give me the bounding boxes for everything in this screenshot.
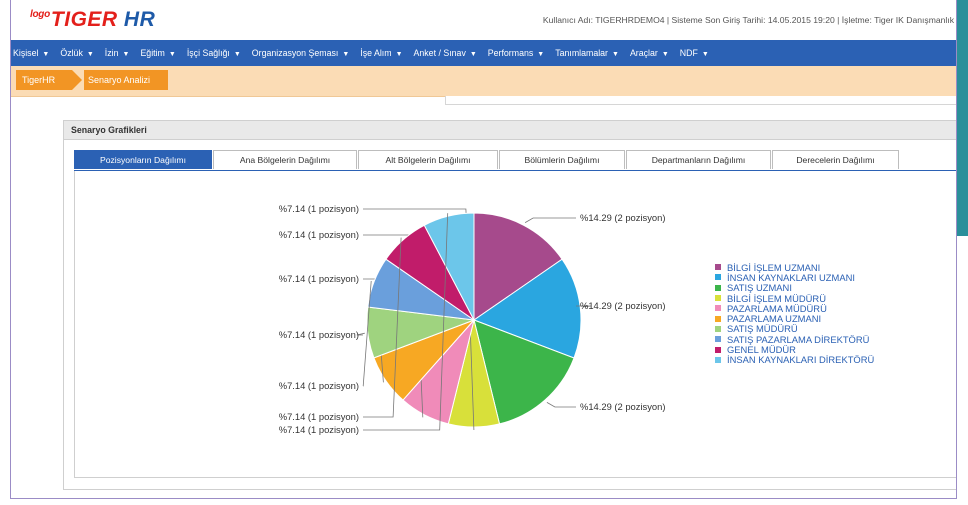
chevron-down-icon: ▼ (168, 51, 176, 58)
logo-prefix: logo (30, 9, 50, 20)
legend-item[interactable]: BİLGİ İŞLEM UZMANI (715, 262, 874, 273)
legend-item[interactable]: GENEL MÜDÜR (715, 344, 874, 355)
chart-container: %14.29 (2 pozisyon) %14.29 (2 pozisyon) %1… (74, 171, 956, 478)
legend-item[interactable]: İNSAN KAYNAKLARI DİREKTÖRÜ (715, 354, 875, 366)
logo-tiger: TIGER (50, 8, 124, 31)
chart-tabs: Pozisyonların Dağılımı Ana Bölgelerin Da… (74, 150, 956, 171)
legend-item[interactable]: SATIŞ MÜDÜRÜ (715, 323, 874, 334)
nav-item-tanimlamalar[interactable]: Tanımlamalar ▼ (555, 48, 619, 58)
legend-label: İNSAN KAYNAKLARI DİREKTÖRÜ (727, 354, 875, 366)
legend-swatch (715, 274, 721, 281)
chevron-down-icon: ▼ (86, 51, 94, 58)
chevron-down-icon: ▼ (612, 51, 619, 58)
chevron-down-icon: ▼ (233, 51, 241, 58)
breadcrumb: TigerHR Senaryo Analizi (11, 66, 956, 97)
chevron-down-icon: ▼ (537, 51, 545, 58)
chevron-down-icon: ▼ (342, 51, 350, 58)
legend-swatch (715, 305, 721, 312)
slice-data-label: %7.14 (1 pozisyon) (279, 424, 359, 435)
nav-item-organizasyon-semasi[interactable]: Organizasyon Şeması ▼ (252, 48, 349, 58)
slice-data-label: %7.14 (1 pozisyon) (279, 411, 359, 422)
nav-item-ozluk[interactable]: Özlük ▼ (60, 48, 93, 58)
legend-item[interactable]: PAZARLAMA MÜDÜRÜ (715, 303, 874, 314)
chevron-down-icon: ▼ (661, 51, 669, 58)
legend-item[interactable]: SATIŞ UZMANI (715, 282, 874, 293)
slice-data-label: %14.29 (2 pozisyon) (580, 212, 665, 223)
slice-data-label: %7.14 (1 pozisyon) (279, 273, 359, 284)
legend-item[interactable]: SATIŞ PAZARLAMA DİREKTÖRÜ (715, 334, 874, 345)
legend-swatch (715, 284, 721, 291)
legend-swatch (715, 264, 721, 271)
tab-alt-bolgelerin-dagilimi[interactable]: Alt Bölgelerin Dağılımı (358, 150, 498, 169)
legend-swatch (715, 315, 721, 322)
nav-item-isci-sagligi[interactable]: İşçi Sağlığı ▼ (187, 48, 241, 58)
user-session-info: Kullanıcı Adı: TIGERHRDEMO4 | Sisteme So… (542, 15, 954, 25)
nav-item-performans[interactable]: Performans ▼ (488, 48, 544, 58)
nav-item-ise-alim[interactable]: İşe Alım ▼ (360, 48, 402, 58)
breadcrumb-current[interactable]: Senaryo Analizi (84, 70, 168, 90)
label-connector (524, 217, 576, 223)
chevron-down-icon: ▼ (122, 51, 130, 58)
nav-item-araclar[interactable]: Araçlar ▼ (630, 48, 669, 58)
main-nav: Kişisel ▼ Özlük ▼ İzin ▼ Eğitim ▼ İşçi Sağlı… (11, 40, 956, 66)
tab-departmanlarin-dagilimi[interactable]: Departmanların Dağılımı (626, 150, 771, 169)
nav-item-kisisel[interactable]: Kişisel ▼ (13, 48, 49, 58)
chevron-down-icon: ▼ (469, 51, 477, 58)
scenario-charts-panel: Senaryo Grafikleri Pozisyonların Dağılım… (63, 120, 956, 490)
nav-item-anket-sinav[interactable]: Anket / Sınav ▼ (414, 48, 477, 58)
breadcrumb-root[interactable]: TigerHR (16, 70, 82, 90)
legend-item[interactable]: İNSAN KAYNAKLARI UZMANI (715, 272, 874, 283)
slice-data-label: %7.14 (1 pozisyon) (279, 329, 359, 340)
legend-swatch (715, 336, 721, 343)
slice-data-label: %7.14 (1 pozisyon) (279, 203, 359, 214)
chart-legend: BİLGİ İŞLEM UZMANI İNSAN KAYNAKLARI UZMAN… (715, 262, 874, 365)
filter-box (445, 96, 956, 105)
nav-item-izin[interactable]: İzin ▼ (105, 48, 130, 58)
tiger-hr-logo[interactable]: logo TIGER HR (30, 9, 155, 31)
nav-item-ndf[interactable]: NDF ▼ (680, 48, 709, 58)
logo-text: TIGER HR (51, 9, 155, 31)
slice-data-label: %14.29 (2 pozisyon) (580, 300, 665, 311)
app-window: logo TIGER HR Kullanıcı Adı: TIGERHRDEMO… (10, 0, 957, 499)
logo-hr: HR (123, 8, 156, 31)
legend-item[interactable]: PAZARLAMA UZMANI (715, 313, 874, 324)
chevron-down-icon: ▼ (701, 51, 709, 58)
nav-item-egitim[interactable]: Eğitim ▼ (140, 48, 175, 58)
legend-item[interactable]: BİLGİ İŞLEM MÜDÜRÜ (715, 293, 874, 304)
legend-swatch (715, 356, 721, 363)
tab-bolumlerin-dagilimi[interactable]: Bölümlerin Dağılımı (499, 150, 625, 169)
legend-swatch (715, 346, 721, 353)
panel-title: Senaryo Grafikleri (64, 121, 956, 140)
tab-ana-bolgelerin-dagilimi[interactable]: Ana Bölgelerin Dağılımı (213, 150, 357, 169)
label-connector (546, 402, 576, 408)
slice-data-label: %7.14 (1 pozisyon) (279, 380, 359, 391)
tab-derecelerin-dagilimi[interactable]: Derecelerin Dağılımı (772, 150, 899, 169)
top-bar: logo TIGER HR Kullanıcı Adı: TIGERHRDEMO… (11, 0, 956, 40)
chevron-down-icon: ▼ (42, 51, 50, 58)
chevron-down-icon: ▼ (395, 51, 403, 58)
slice-data-label: %7.14 (1 pozisyon) (279, 229, 359, 240)
tab-pozisyonlarin-dagilimi[interactable]: Pozisyonların Dağılımı (74, 150, 212, 169)
legend-swatch (715, 325, 721, 332)
slice-data-label: %14.29 (2 pozisyon) (580, 401, 665, 412)
legend-swatch (715, 295, 721, 302)
